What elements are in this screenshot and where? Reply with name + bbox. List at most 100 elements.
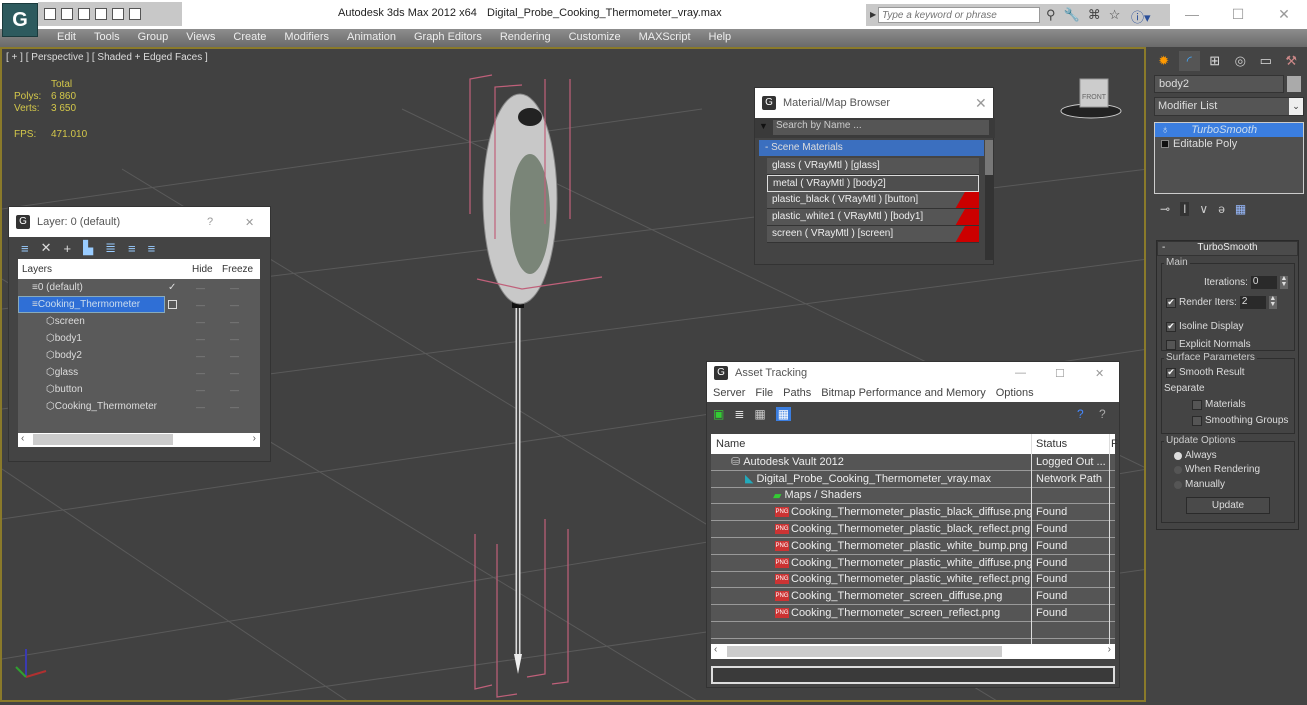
menu-group[interactable]: Group [129, 29, 178, 47]
asset-row[interactable]: ◣ Digital_Probe_Cooking_Thermometer_vray.… [711, 471, 1115, 488]
freeze-toggle[interactable]: — [230, 351, 239, 361]
motion-tab-icon[interactable]: ◎ [1230, 51, 1252, 71]
minimize-button[interactable]: — [1169, 0, 1215, 28]
new-icon[interactable] [44, 8, 56, 20]
object-name-field[interactable]: body2 [1154, 75, 1284, 93]
material-item[interactable]: metal ( VRayMtl ) [body2] [767, 175, 979, 192]
menu-bitmap-performance[interactable]: Bitmap Performance and Memory [821, 387, 985, 399]
show-end-result-icon[interactable]: I [1180, 202, 1190, 216]
save-icon[interactable] [78, 8, 90, 20]
horizontal-scrollbar[interactable]: ‹ › [18, 433, 260, 447]
close-button[interactable]: ✕ [245, 216, 254, 229]
layer-row[interactable]: ⬡ body2 — — [18, 347, 260, 364]
menu-help[interactable]: Help [700, 29, 741, 47]
minimize-button[interactable]: — [1015, 367, 1026, 379]
star-icon[interactable]: ☆ [1109, 7, 1121, 23]
keyword-search-input[interactable] [878, 7, 1040, 23]
search-by-name-input[interactable]: Search by Name ... [773, 120, 989, 135]
layer-row[interactable]: ⬡ button — — [18, 381, 260, 398]
menu-file[interactable]: File [755, 387, 773, 399]
modify-tab-icon[interactable]: ◜ [1178, 51, 1200, 71]
asset-row[interactable]: PNG Cooking_Thermometer_plastic_white_ref… [711, 572, 1115, 589]
help-icon[interactable]: ⓘ▾ [1131, 7, 1151, 26]
smooth-result-checkbox[interactable]: ✔ [1166, 367, 1176, 378]
redo-icon[interactable] [112, 8, 124, 20]
freeze-toggle[interactable]: — [230, 402, 239, 412]
utilities-tab-icon[interactable]: ⚒ [1281, 51, 1303, 71]
menu-maxscript[interactable]: MAXScript [630, 29, 700, 47]
wrench-icon[interactable]: 🔧 [1064, 7, 1080, 23]
freeze-all-icon[interactable]: ≡ [148, 241, 156, 256]
help-button[interactable]: ? [207, 216, 213, 228]
select-objects-icon[interactable]: ▙ [83, 240, 93, 256]
freeze-toggle[interactable]: — [230, 300, 239, 310]
menu-server[interactable]: Server [713, 387, 745, 399]
current-layer-check-icon[interactable]: ✓ [168, 282, 176, 293]
menu-animation[interactable]: Animation [338, 29, 405, 47]
horizontal-scrollbar[interactable]: ‹ › [711, 644, 1115, 659]
column-status[interactable]: Status [1036, 438, 1067, 450]
menu-graph-editors[interactable]: Graph Editors [405, 29, 491, 47]
asset-path-field[interactable] [711, 666, 1115, 684]
add-to-layer-icon[interactable]: + [64, 241, 72, 256]
viewport-label[interactable]: [ + ] [ Perspective ] [ Shaded + Edged F… [6, 52, 208, 63]
expand-icon[interactable] [1161, 140, 1169, 148]
modifier-list-dropdown[interactable]: Modifier List ⌄ [1154, 97, 1304, 116]
hide-toggle[interactable]: — [196, 385, 205, 395]
maximize-button[interactable]: ☐ [1055, 367, 1065, 380]
when-rendering-radio[interactable] [1174, 465, 1182, 474]
iterations-spinner[interactable]: 0 [1250, 276, 1277, 289]
freeze-toggle[interactable]: — [230, 317, 239, 327]
menu-modifiers[interactable]: Modifiers [275, 29, 338, 47]
hide-toggle[interactable]: — [196, 368, 205, 378]
menu-create[interactable]: Create [224, 29, 275, 47]
layer-row[interactable]: ⬡ screen — — [18, 313, 260, 330]
hide-all-icon[interactable]: ≡ [128, 241, 136, 256]
material-item[interactable]: screen ( VRayMtl ) [screen] [767, 226, 979, 243]
delete-layer-icon[interactable]: ✕ [41, 240, 52, 256]
hide-toggle[interactable]: — [196, 334, 205, 344]
context-help-icon[interactable]: ? [1099, 407, 1106, 421]
materials-checkbox[interactable] [1192, 399, 1202, 410]
display-tab-icon[interactable]: ▭ [1255, 51, 1277, 71]
thumbnail-view-icon[interactable]: ▦ [754, 407, 765, 421]
create-tab-icon[interactable]: ✹ [1153, 51, 1175, 71]
scene-materials-group[interactable]: - Scene Materials [759, 140, 984, 156]
menu-tools[interactable]: Tools [85, 29, 129, 47]
vertical-scrollbar[interactable] [985, 140, 993, 260]
manually-radio[interactable] [1174, 480, 1182, 489]
make-unique-icon[interactable]: ∨ [1199, 202, 1208, 216]
explicit-normals-checkbox[interactable] [1166, 339, 1176, 350]
column-hide[interactable]: Hide [192, 264, 213, 275]
create-layer-icon[interactable]: ≡ [21, 241, 29, 256]
material-item[interactable]: glass ( VRayMtl ) [glass] [767, 158, 979, 175]
asset-row[interactable]: PNG Cooking_Thermometer_screen_reflect.pn… [711, 605, 1115, 622]
freeze-toggle[interactable]: — [230, 385, 239, 395]
close-button[interactable]: ✕ [975, 95, 987, 112]
render-iters-spinner[interactable]: 2 [1239, 296, 1266, 309]
column-layers[interactable]: Layers [22, 264, 52, 275]
material-item[interactable]: plastic_white1 ( VRayMtl ) [body1] [767, 209, 979, 226]
pin-stack-icon[interactable]: ⊸ [1160, 202, 1170, 216]
hide-toggle[interactable]: — [196, 317, 205, 327]
column-name[interactable]: Name [716, 438, 745, 450]
application-button[interactable]: G [2, 3, 38, 37]
menu-views[interactable]: Views [177, 29, 224, 47]
layer-row[interactable]: ≡ Cooking_Thermometer — — [18, 296, 260, 313]
layer-row[interactable]: ≡ 0 (default) ✓ — — [18, 279, 260, 296]
column-full-path[interactable]: F [1111, 438, 1118, 450]
asset-row[interactable]: PNG Cooking_Thermometer_screen_diffuse.pn… [711, 588, 1115, 606]
spinner-arrows-icon[interactable]: ▲ ▼ [1268, 295, 1277, 309]
lightbulb-icon[interactable]: ♁ [1161, 124, 1169, 136]
always-radio[interactable] [1174, 451, 1182, 460]
project-icon[interactable] [129, 8, 141, 20]
remove-modifier-icon[interactable]: ǝ [1218, 202, 1225, 216]
freeze-toggle[interactable]: — [230, 283, 239, 293]
column-freeze[interactable]: Freeze [222, 264, 253, 275]
open-icon[interactable] [61, 8, 73, 20]
stack-item-turbosmooth[interactable]: ♁ TurboSmooth [1155, 123, 1303, 137]
hierarchy-tab-icon[interactable]: ⊞ [1204, 51, 1226, 71]
asset-row[interactable]: PNG Cooking_Thermometer_plastic_white_bum… [711, 538, 1115, 555]
menu-rendering[interactable]: Rendering [491, 29, 560, 47]
layer-row[interactable]: ⬡ glass — — [18, 364, 260, 381]
